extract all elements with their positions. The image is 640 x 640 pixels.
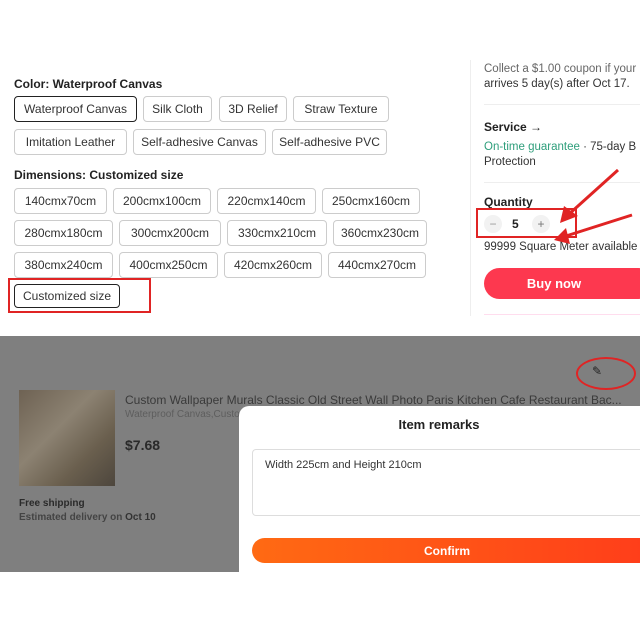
color-option-3d-relief[interactable]: 3D Relief [219,96,287,122]
product-title[interactable]: Custom Wallpaper Murals Classic Old Stre… [125,393,622,407]
item-remarks-modal: Item remarks Width 225cm and Height 210c… [239,406,640,572]
shipping-text: Free shipping [19,498,85,509]
buyer-protection-text: · 75-day B [579,141,637,153]
service-link[interactable]: Service → [484,120,542,134]
dimension-option[interactable]: 400cmx250cm [119,252,218,278]
divider [484,314,640,315]
quantity-label: Quantity [484,195,533,209]
delivery-prefix: Estimated delivery on [19,512,126,523]
modal-title: Item remarks [398,417,480,432]
dimension-option[interactable]: 360cmx230cm [333,220,427,246]
dimension-option[interactable]: 250cmx160cm [322,188,420,214]
dimension-option[interactable]: 330cmx210cm [227,220,327,246]
divider [484,104,640,105]
coupon-text: Collect a $1.00 coupon if your [484,63,637,75]
product-variant: Waterproof Canvas,Custo [125,409,240,420]
color-option-silk-cloth[interactable]: Silk Cloth [143,96,212,122]
side-panel-border [470,60,471,316]
color-option-self-adhesive-canvas[interactable]: Self-adhesive Canvas [133,129,266,155]
remarks-textarea[interactable]: Width 225cm and Height 210cm [252,449,640,516]
confirm-button[interactable]: Confirm [252,538,640,563]
dimension-option[interactable]: 300cmx200cm [119,220,221,246]
dimension-option[interactable]: 380cmx240cm [14,252,113,278]
on-time-guarantee: On-time guarantee [484,141,580,153]
dimension-option[interactable]: 220cmx140cm [217,188,316,214]
dimension-option[interactable]: 280cmx180cm [14,220,113,246]
annotation-circle [576,357,636,390]
dimension-option[interactable]: 440cmx270cm [328,252,426,278]
color-option-straw-texture[interactable]: Straw Texture [293,96,389,122]
color-option-imitation-leather[interactable]: Imitation Leather [14,129,127,155]
arrival-text: arrives 5 day(s) after Oct 17. [484,78,630,90]
product-image [19,390,115,486]
dimension-option[interactable]: 420cmx260cm [224,252,322,278]
dimensions-label: Dimensions: Customized size [14,168,184,182]
dimension-option[interactable]: 140cmx70cm [14,188,107,214]
protection-text: Protection [484,156,536,168]
color-option-self-adhesive-pvc[interactable]: Self-adhesive PVC [272,129,387,155]
delivery-date: Oct 10 [125,512,156,523]
buy-now-button[interactable]: Buy now [484,268,640,299]
dimension-option[interactable]: 200cmx100cm [113,188,211,214]
product-price: $7.68 [125,437,161,453]
color-option-waterproof-canvas[interactable]: Waterproof Canvas [14,96,137,122]
annotation-arrows [554,168,633,244]
color-label: Color: Waterproof Canvas [14,77,163,91]
annotation-highlight-box [8,278,151,313]
